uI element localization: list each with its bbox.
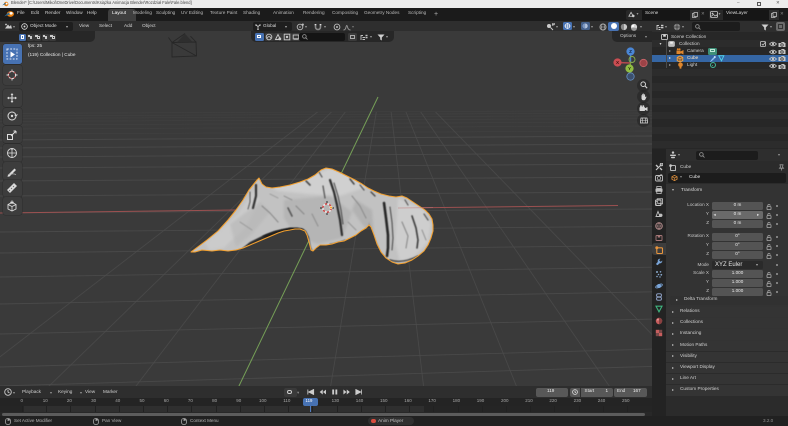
- svg-text:Y: Y: [628, 66, 631, 71]
- svg-text:Z: Z: [629, 49, 632, 54]
